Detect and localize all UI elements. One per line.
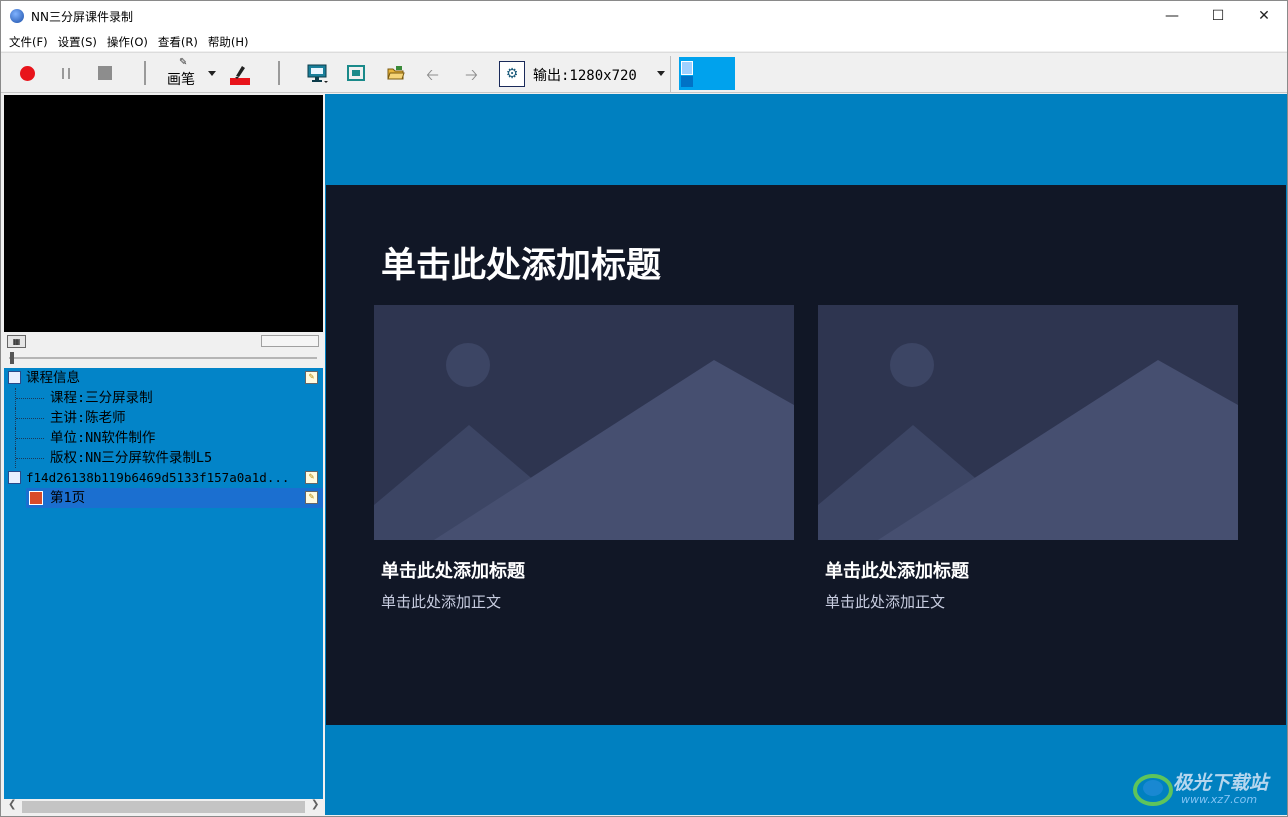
menu-bar: 文件(F) 设置(S) 操作(O) 查看(R) 帮助(H): [1, 31, 1287, 51]
record-button[interactable]: [16, 62, 38, 84]
tree-item-label: 主讲:陈老师: [50, 410, 126, 426]
card-title[interactable]: 单击此处添加标题: [381, 557, 525, 583]
scroll-right-icon[interactable]: ❯: [311, 799, 319, 810]
pause-icon: [62, 67, 70, 79]
output-resolution[interactable]: 输出:1280x720: [533, 65, 637, 85]
camera-preview: [4, 95, 323, 332]
window-title: NN三分屏课件录制: [31, 10, 133, 24]
forward-arrow-icon[interactable]: 🡢: [465, 64, 478, 91]
toolbar-separator: [278, 61, 280, 85]
tree-item-course[interactable]: 课程:三分屏录制: [4, 388, 323, 408]
image-placeholder[interactable]: [374, 305, 794, 540]
maximize-button[interactable]: ☐: [1195, 1, 1241, 31]
menu-file[interactable]: 文件(F): [4, 31, 53, 51]
tree-item-file[interactable]: f14d26138b119b6469d5133f157a0a1d... ✎: [4, 468, 323, 488]
watermark-url: www.xz7.com: [1181, 793, 1258, 806]
tree-item-course-info[interactable]: 课程信息 ✎: [4, 368, 323, 388]
highlighter-icon[interactable]: [230, 63, 250, 85]
card-body[interactable]: 单击此处添加正文: [381, 591, 501, 612]
tree-item-label: 课程:三分屏录制: [50, 390, 153, 406]
screen-capture-icon[interactable]: [307, 64, 329, 84]
volume-slider-thumb[interactable]: [10, 352, 14, 364]
card-title[interactable]: 单击此处添加标题: [825, 557, 969, 583]
tree-item-copyright[interactable]: 版权:NN三分屏软件录制L5: [4, 448, 323, 468]
output-settings-icon[interactable]: ⚙: [499, 61, 525, 87]
edit-icon[interactable]: ✎: [305, 371, 318, 384]
tree-horizontal-scrollbar[interactable]: ❮ ❯: [4, 799, 323, 815]
tree-item-label: 版权:NN三分屏软件录制L5: [50, 450, 213, 466]
layout-preview-pane: [681, 61, 693, 75]
menu-help[interactable]: 帮助(H): [203, 31, 254, 51]
tree-item-label: f14d26138b119b6469d5133f157a0a1d...: [26, 470, 290, 485]
watermark: 极光下载站 www.xz7.com: [1131, 766, 1281, 811]
scroll-left-icon[interactable]: ❮: [8, 799, 16, 810]
ppt-slide-icon: [29, 491, 43, 505]
layout-preview-pane: [681, 76, 693, 87]
output-dropdown-icon[interactable]: [657, 71, 665, 76]
record-icon: [19, 65, 35, 81]
tree-item-label: 单位:NN软件制作: [50, 430, 156, 446]
document-icon: [8, 471, 21, 484]
open-folder-icon[interactable]: [387, 65, 405, 81]
fullscreen-icon[interactable]: [347, 65, 365, 81]
slide-title[interactable]: 单击此处添加标题: [381, 237, 661, 288]
slide-stage: 单击此处添加标题 单击此处添加标题 单击此处添加正文 单击此处添加标题 单击此处…: [325, 94, 1287, 815]
stop-icon: [98, 66, 112, 80]
watermark-logo-icon: [1133, 774, 1173, 806]
pen-button[interactable]: 画笔: [167, 69, 195, 89]
volume-slider-track[interactable]: [9, 357, 317, 359]
course-tree: 课程信息 ✎ 课程:三分屏录制 主讲:陈老师 单位:NN软件制作 版权:NN三分…: [4, 368, 323, 799]
toolbar: ✎ 画笔 🡠 🡢 ⚙ 输出:1280x720: [1, 52, 1287, 93]
toolbar-separator: [670, 56, 671, 92]
edit-icon[interactable]: ✎: [305, 491, 318, 504]
tree-item-label: 第1页: [50, 490, 86, 506]
image-placeholder[interactable]: [818, 305, 1238, 540]
minimize-button[interactable]: —: [1149, 1, 1195, 31]
watermark-text: 极光下载站: [1173, 772, 1269, 794]
pause-button[interactable]: [55, 62, 77, 84]
toolbar-separator: [144, 61, 146, 85]
tree-item-label: 课程信息: [26, 370, 80, 386]
layout-mode-button[interactable]: [679, 57, 735, 90]
image-placeholder-icon: [818, 343, 1238, 540]
close-button[interactable]: ✕: [1241, 1, 1287, 31]
tree-item-lecturer[interactable]: 主讲:陈老师: [4, 408, 323, 428]
volume-meter: [261, 335, 319, 347]
pen-icon: ✎: [179, 57, 188, 68]
edit-icon[interactable]: ✎: [305, 471, 318, 484]
preview-controls: ▦: [4, 333, 323, 367]
app-logo-icon: [10, 9, 24, 23]
document-icon: [8, 371, 21, 384]
menu-view[interactable]: 查看(R): [153, 31, 203, 51]
slide-canvas[interactable]: 单击此处添加标题 单击此处添加标题 单击此处添加正文 单击此处添加标题 单击此处…: [326, 185, 1286, 725]
menu-settings[interactable]: 设置(S): [53, 31, 102, 51]
pen-dropdown-icon[interactable]: [208, 71, 216, 76]
title-bar: NN三分屏课件录制 — ☐ ✕: [1, 1, 1287, 31]
tree-item-unit[interactable]: 单位:NN软件制作: [4, 428, 323, 448]
menu-operate[interactable]: 操作(O): [102, 31, 153, 51]
stop-button[interactable]: [94, 62, 116, 84]
tree-item-page[interactable]: 第1页 ✎: [26, 488, 323, 508]
camera-toggle-icon[interactable]: ▦: [7, 335, 26, 348]
scrollbar-thumb[interactable]: [22, 801, 305, 813]
back-arrow-icon[interactable]: 🡠: [426, 64, 439, 91]
image-placeholder-icon: [374, 343, 794, 540]
card-body[interactable]: 单击此处添加正文: [825, 591, 945, 612]
app-window: NN三分屏课件录制 — ☐ ✕ 文件(F) 设置(S) 操作(O) 查看(R) …: [0, 0, 1288, 817]
